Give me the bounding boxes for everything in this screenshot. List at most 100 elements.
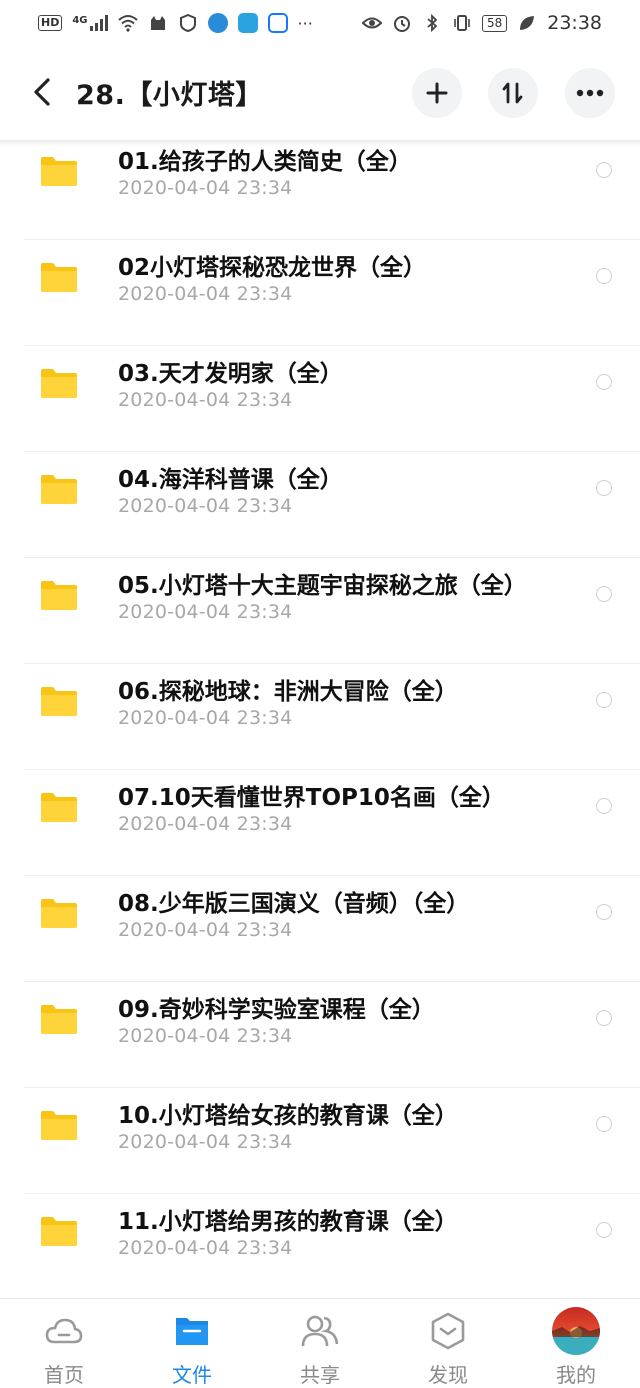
select-radio[interactable] xyxy=(596,268,612,284)
file-date: 2020-04-04 23:34 xyxy=(118,283,293,305)
select-radio[interactable] xyxy=(596,162,612,178)
folder-icon xyxy=(176,1318,208,1345)
status-bar: HD 4G ··· 58 23:38 xyxy=(0,0,640,46)
more-notifications-icon: ··· xyxy=(297,13,313,33)
discover-icon xyxy=(431,1312,465,1350)
select-radio[interactable] xyxy=(596,374,612,390)
nav-home-label: 首页 xyxy=(44,1363,84,1387)
file-row[interactable]: 11.小灯塔给男孩的教育课（全） 2020-04-04 23:34 xyxy=(0,1194,640,1298)
file-date: 2020-04-04 23:34 xyxy=(118,177,293,199)
folder-icon xyxy=(41,1111,77,1140)
battery-icon: 58 xyxy=(481,14,508,32)
select-radio[interactable] xyxy=(596,480,612,496)
messenger-app-icon xyxy=(237,13,258,33)
file-row[interactable]: 01.给孩子的人类简史（全） 2020-04-04 23:34 xyxy=(0,140,640,240)
cat-app-icon xyxy=(150,16,165,30)
folder-icon xyxy=(41,899,77,928)
file-date: 2020-04-04 23:34 xyxy=(118,601,293,623)
file-name: 10.小灯塔给女孩的教育课（全） xyxy=(118,1103,458,1129)
file-list[interactable]: 01.给孩子的人类简史（全） 2020-04-04 23:34 02小灯塔探秘恐龙世… xyxy=(0,140,640,1298)
people-icon xyxy=(301,1315,339,1347)
eye-icon xyxy=(361,17,382,29)
sort-button[interactable] xyxy=(488,68,538,118)
file-row[interactable]: 07.10天看懂世界TOP10名画（全） 2020-04-04 23:34 xyxy=(0,770,640,876)
file-name: 01.给孩子的人类简史（全） xyxy=(118,149,412,175)
folder-icon xyxy=(41,475,77,504)
browser-app-icon xyxy=(207,13,228,33)
file-date: 2020-04-04 23:34 xyxy=(118,389,293,411)
file-name: 09.奇妙科学实验室课程（全） xyxy=(118,997,435,1023)
select-radio[interactable] xyxy=(596,1010,612,1026)
folder-icon xyxy=(41,1217,77,1246)
file-row[interactable]: 09.奇妙科学实验室课程（全） 2020-04-04 23:34 xyxy=(0,982,640,1088)
chevron-left-icon[interactable] xyxy=(26,74,58,110)
file-date: 2020-04-04 23:34 xyxy=(118,1025,293,1047)
status-bar-left: HD 4G ··· xyxy=(38,13,313,33)
file-name: 05.小灯塔十大主题宇宙探秘之旅（全） xyxy=(118,573,527,599)
nav-files[interactable]: 文件 xyxy=(128,1299,256,1387)
file-row[interactable]: 08.少年版三国演义（音频）（全） 2020-04-04 23:34 xyxy=(0,876,640,982)
more-button[interactable] xyxy=(565,68,615,118)
file-date: 2020-04-04 23:34 xyxy=(118,1131,293,1153)
shield-app-icon xyxy=(179,14,196,32)
folder-icon xyxy=(41,263,77,292)
avatar-sunset-image xyxy=(552,1326,600,1355)
nav-me[interactable]: 我的 xyxy=(512,1299,640,1387)
signal-icon: 4G xyxy=(72,15,108,31)
add-button[interactable] xyxy=(412,68,462,118)
cloud-icon xyxy=(45,1318,83,1344)
header-shadow xyxy=(0,140,640,146)
select-radio[interactable] xyxy=(596,586,612,602)
status-bar-right: 58 23:38 xyxy=(361,12,602,34)
nav-me-label: 我的 xyxy=(556,1363,596,1387)
bottom-nav: 首页 文件 共享 发现 我的 xyxy=(0,1298,640,1387)
more-icon xyxy=(576,89,604,97)
nav-discover[interactable]: 发现 xyxy=(384,1299,512,1387)
file-date: 2020-04-04 23:34 xyxy=(118,495,293,517)
hd-badge: HD xyxy=(38,15,63,31)
network-label: 4G xyxy=(72,15,88,26)
leaf-icon xyxy=(520,16,535,30)
file-date: 2020-04-04 23:34 xyxy=(118,707,293,729)
select-radio[interactable] xyxy=(596,1116,612,1132)
folder-icon xyxy=(41,1005,77,1034)
file-name: 07.10天看懂世界TOP10名画（全） xyxy=(118,785,505,811)
file-name: 02小灯塔探秘恐龙世界（全） xyxy=(118,255,427,281)
file-date: 2020-04-04 23:34 xyxy=(118,919,293,941)
file-name: 06.探秘地球：非洲大冒险（全） xyxy=(118,679,458,705)
nav-share[interactable]: 共享 xyxy=(256,1299,384,1387)
file-date: 2020-04-04 23:34 xyxy=(118,1237,293,1259)
file-row[interactable]: 10.小灯塔给女孩的教育课（全） 2020-04-04 23:34 xyxy=(0,1088,640,1194)
file-row[interactable]: 02小灯塔探秘恐龙世界（全） 2020-04-04 23:34 xyxy=(0,240,640,346)
sort-icon xyxy=(502,82,523,104)
select-radio[interactable] xyxy=(596,904,612,920)
file-row[interactable]: 03.天才发明家（全） 2020-04-04 23:34 xyxy=(0,346,640,452)
file-name: 08.少年版三国演义（音频）（全） xyxy=(118,891,470,917)
select-radio[interactable] xyxy=(596,692,612,708)
bluetooth-icon xyxy=(427,14,438,32)
alipay-app-icon xyxy=(267,13,288,33)
nav-discover-label: 发现 xyxy=(428,1363,468,1387)
folder-icon xyxy=(41,157,77,186)
file-date: 2020-04-04 23:34 xyxy=(118,813,293,835)
header-bar: 28.【小灯塔】 xyxy=(0,46,640,140)
file-name: 11.小灯塔给男孩的教育课（全） xyxy=(118,1209,458,1235)
file-name: 03.天才发明家（全） xyxy=(118,361,343,387)
status-time: 23:38 xyxy=(547,12,602,34)
wifi-icon xyxy=(117,15,138,32)
folder-icon xyxy=(41,793,77,822)
alarm-icon xyxy=(393,16,410,32)
select-radio[interactable] xyxy=(596,798,612,814)
file-row[interactable]: 04.海洋科普课（全） 2020-04-04 23:34 xyxy=(0,452,640,558)
nav-home[interactable]: 首页 xyxy=(0,1299,128,1387)
file-row[interactable]: 06.探秘地球：非洲大冒险（全） 2020-04-04 23:34 xyxy=(0,664,640,770)
avatar xyxy=(552,1307,600,1355)
nav-share-label: 共享 xyxy=(300,1363,340,1387)
folder-icon xyxy=(41,581,77,610)
nav-files-label: 文件 xyxy=(172,1363,212,1387)
folder-icon xyxy=(41,687,77,716)
page-title: 28.【小灯塔】 xyxy=(76,80,263,111)
file-row[interactable]: 05.小灯塔十大主题宇宙探秘之旅（全） 2020-04-04 23:34 xyxy=(0,558,640,664)
select-radio[interactable] xyxy=(596,1222,612,1238)
file-name: 04.海洋科普课（全） xyxy=(118,467,343,493)
